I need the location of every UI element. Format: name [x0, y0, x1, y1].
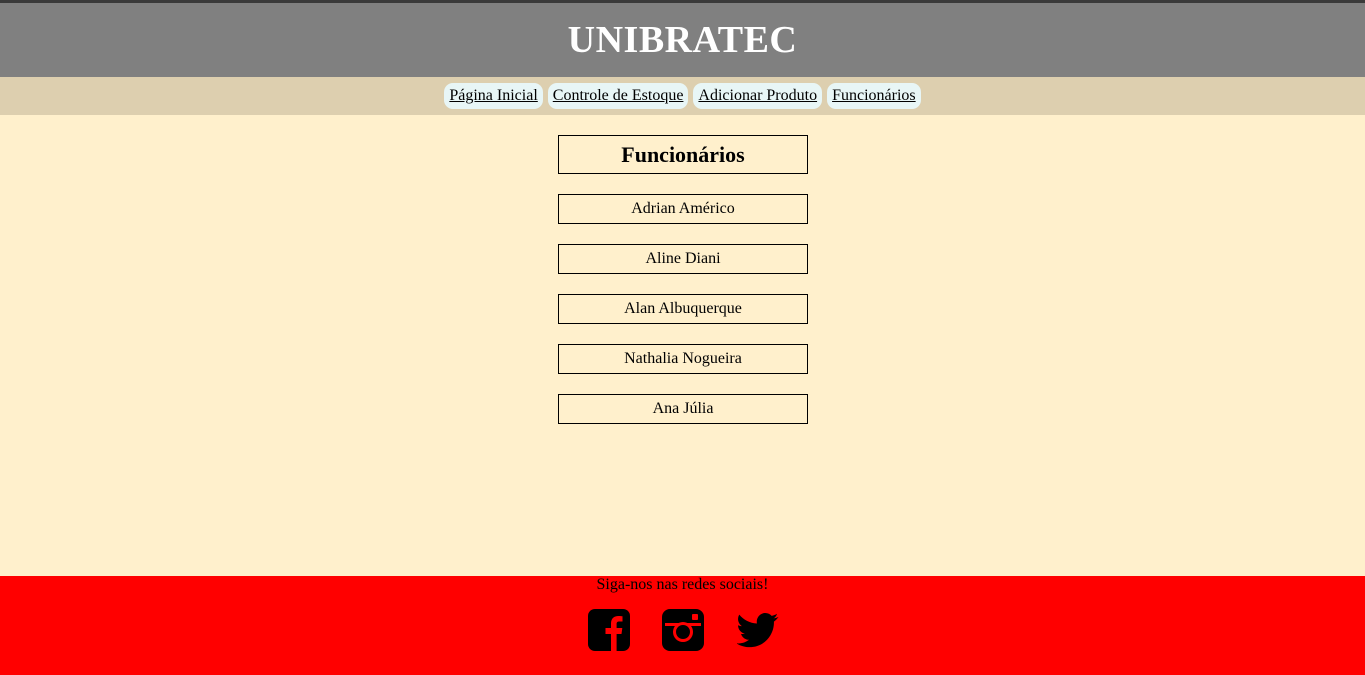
employee-item: Aline Diani: [558, 244, 808, 274]
employee-item: Ana Júlia: [558, 394, 808, 424]
site-footer: Siga-nos nas redes sociais!: [0, 576, 1365, 675]
employee-item: Adrian Américo: [558, 194, 808, 224]
site-title: UNIBRATEC: [567, 19, 798, 61]
nav-link-funcionarios[interactable]: Funcionários: [827, 83, 921, 109]
nav-link-pagina-inicial[interactable]: Página Inicial: [444, 83, 543, 109]
employees-heading-box: Funcionários: [558, 135, 808, 174]
main-nav: Página Inicial Controle de Estoque Adici…: [0, 77, 1365, 115]
nav-link-adicionar-produto[interactable]: Adicionar Produto: [693, 83, 823, 109]
nav-link-controle-estoque[interactable]: Controle de Estoque: [547, 83, 689, 109]
employee-item: Alan Albuquerque: [558, 294, 808, 324]
main-content: Funcionários Adrian Américo Aline Diani …: [0, 115, 1365, 576]
facebook-icon[interactable]: [588, 609, 630, 651]
follow-text: Siga-nos nas redes sociais!: [596, 576, 769, 593]
site-header: UNIBRATEC: [0, 3, 1365, 77]
employees-heading: Funcionários: [621, 141, 745, 167]
twitter-icon[interactable]: [737, 609, 779, 651]
page: UNIBRATEC Página Inicial Controle de Est…: [0, 0, 1365, 675]
instagram-icon[interactable]: [662, 609, 704, 651]
employee-item: Nathalia Nogueira: [558, 344, 808, 374]
